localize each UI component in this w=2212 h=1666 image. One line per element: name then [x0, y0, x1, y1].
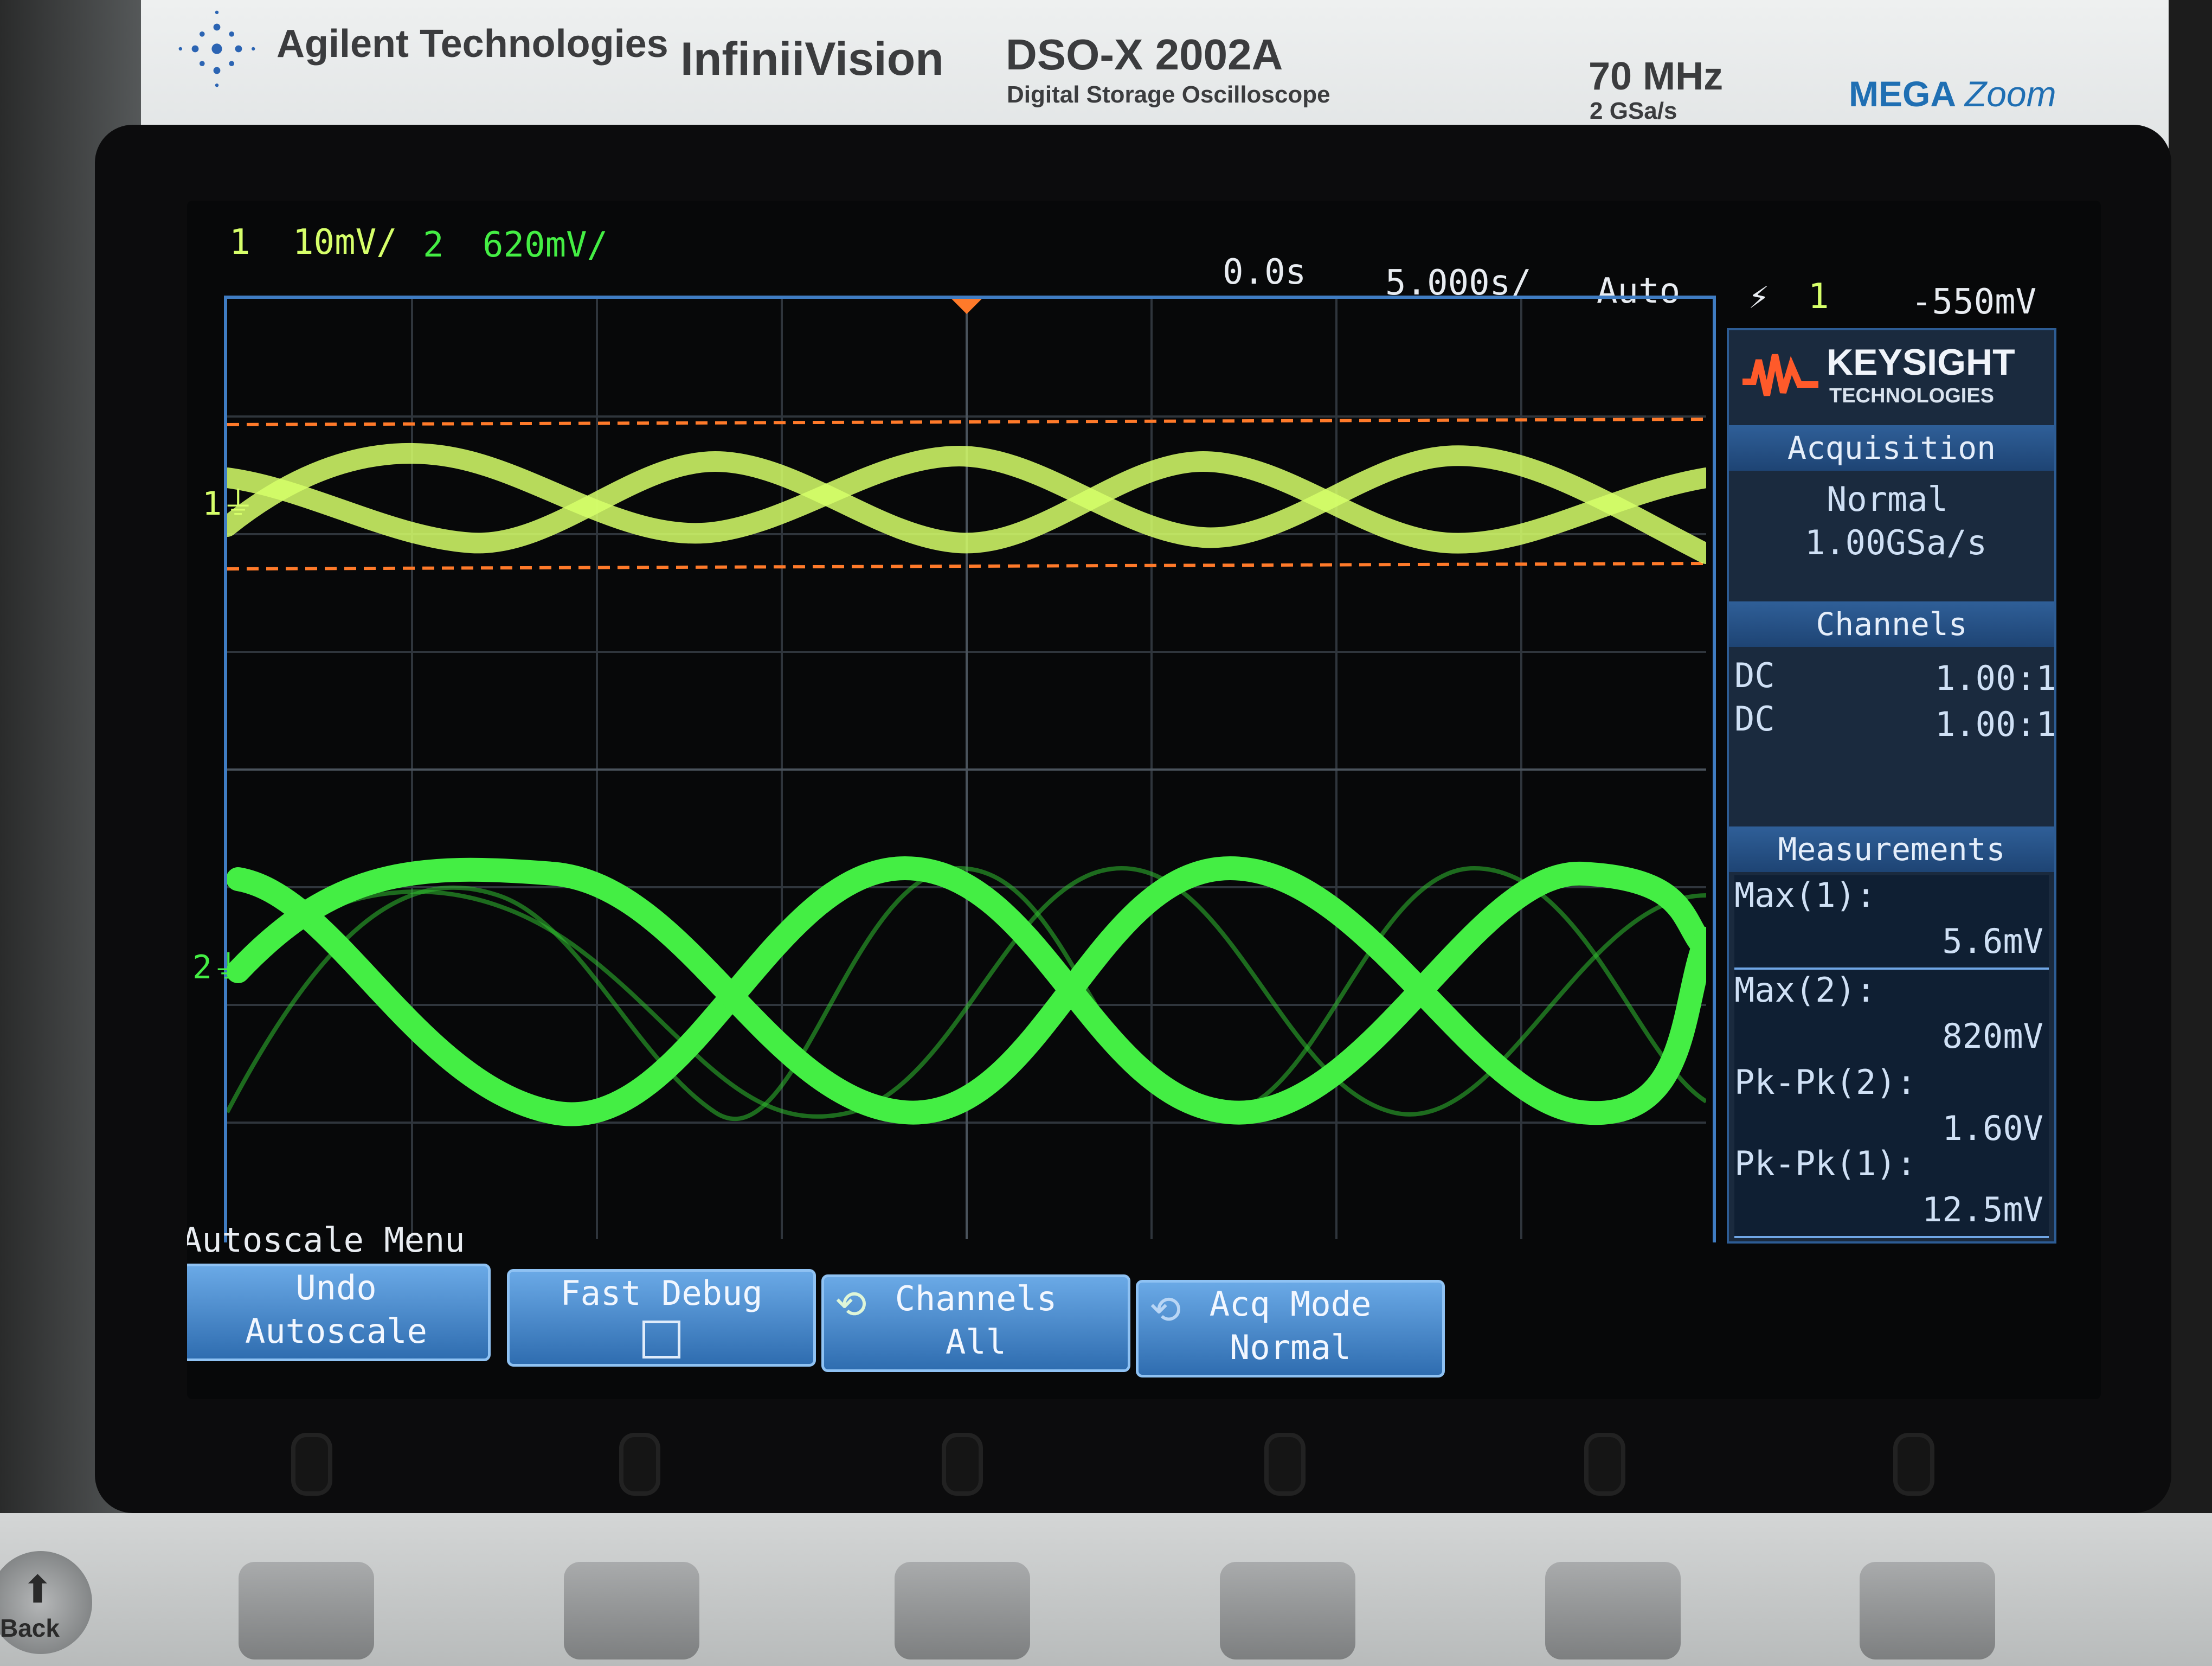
hardware-softkey-3[interactable]: [895, 1562, 1030, 1659]
softkey-notch-1: [295, 1437, 328, 1491]
cycle-icon: ⟲: [835, 1282, 867, 1327]
trigger-edge-icon: ⚡: [1748, 277, 1770, 317]
ch2-scale[interactable]: 620mV/: [483, 225, 608, 265]
series-name: InfiniiVision: [680, 33, 944, 85]
cycle-icon: ⟲: [1149, 1287, 1181, 1332]
trigger-position-marker: [951, 299, 982, 314]
bandwidth-label: 70 MHz: [1589, 55, 1724, 98]
measurement-label: Max(2):: [1734, 970, 1876, 1010]
ch1-coupling: DC: [1734, 656, 1775, 695]
trigger-level[interactable]: -550mV: [1911, 282, 2036, 322]
softkey-notch-6: [1898, 1437, 1930, 1491]
ch2-marker-label: 2: [192, 949, 213, 986]
megazoom-zoom: Zoom: [1964, 74, 2056, 114]
ch2-number[interactable]: 2: [423, 225, 444, 265]
acquisition-header[interactable]: Acquisition: [1729, 425, 2054, 471]
model-name: DSO-X 2002A: [1006, 30, 1283, 79]
megazoom-logo: MEGA Zoom: [1849, 73, 2056, 114]
measurement-value: 5.6mV: [1942, 921, 2043, 961]
oscilloscope-screen: 1 10mV/ 2 620mV/ 0.0s 5.000s/ Auto ⚡ 1 -…: [187, 201, 2101, 1399]
softkey-line2: All: [946, 1322, 1006, 1362]
delay-readout[interactable]: 0.0s: [1223, 252, 1306, 292]
megazoom-mega: MEGA: [1849, 74, 1955, 114]
keysight-brand: KEYSIGHT: [1827, 342, 2015, 383]
hardware-softkey-5[interactable]: [1545, 1562, 1681, 1659]
keysight-logo: KEYSIGHT TECHNOLOGIES: [1740, 336, 2043, 417]
measurement-label: Pk-Pk(1):: [1734, 1144, 1917, 1183]
acquisition-rate: 1.00GSa/s: [1805, 523, 1987, 562]
keysight-wave-icon: [1742, 354, 1818, 396]
measurement-value: 1.60V: [1942, 1108, 2043, 1148]
keysight-brand-sub: TECHNOLOGIES: [1829, 385, 1995, 407]
measurement-value: 12.5mV: [1922, 1190, 2043, 1229]
menu-title: Autoscale Menu: [187, 1220, 465, 1260]
hardware-softkey-2[interactable]: [564, 1562, 699, 1659]
model-subtitle: Digital Storage Oscilloscope: [1007, 81, 1330, 108]
hardware-softkey-4[interactable]: [1220, 1562, 1355, 1659]
acquisition-mode: Normal: [1827, 479, 1948, 519]
ch1-scale[interactable]: 10mV/: [293, 222, 397, 262]
maker-name: Agilent Technologies: [276, 22, 668, 66]
fast-debug-softkey[interactable]: Fast Debug: [507, 1269, 816, 1367]
softkey-line1: Channels: [895, 1279, 1057, 1318]
channels-all-softkey[interactable]: ⟲ Channels All: [821, 1274, 1130, 1372]
softkey-line1: Acq Mode: [1209, 1284, 1372, 1324]
agilent-spark-icon: [178, 10, 255, 87]
trigger-source[interactable]: 1: [1808, 277, 1829, 317]
softkey-line1: Undo: [295, 1268, 377, 1308]
back-label: Back: [0, 1614, 60, 1642]
waveform-display[interactable]: [227, 299, 1706, 1239]
ch2-coupling: DC: [1734, 699, 1775, 739]
hardware-softkey-1[interactable]: [239, 1562, 374, 1659]
measurement-value: 820mV: [1942, 1016, 2043, 1056]
measurement-label: Pk-Pk(2):: [1734, 1062, 1917, 1102]
softkey-line2: Autoscale: [245, 1311, 427, 1351]
ch1-number[interactable]: 1: [229, 222, 250, 262]
undo-autoscale-softkey[interactable]: Undo Autoscale: [187, 1264, 491, 1361]
measurement-pkpk-ch2[interactable]: Pk-Pk(2): 1.60V: [1734, 1062, 2049, 1157]
softkey-notch-5: [1589, 1437, 1621, 1491]
fast-debug-checkbox[interactable]: [642, 1321, 680, 1359]
ch1-probe-ratio: 1.00:1: [1935, 658, 2056, 698]
back-arrow-icon: ⬆: [22, 1568, 54, 1611]
sample-rate-label: 2 GSa/s: [1590, 98, 1677, 124]
softkey-line1: Fast Debug: [560, 1273, 763, 1313]
softkey-line2: Normal: [1230, 1328, 1351, 1367]
measurement-max-ch2[interactable]: Max(2): 820mV: [1734, 970, 2049, 1065]
ch2-ground-marker[interactable]: 2⏚: [192, 941, 245, 988]
ch2-probe-ratio: 1.00:1: [1935, 704, 2056, 744]
softkey-notch-2: [623, 1437, 656, 1491]
ch1-ground-marker[interactable]: 1⏚: [202, 477, 254, 524]
channels-header[interactable]: Channels: [1729, 601, 2054, 647]
ch1-marker-label: 1: [202, 485, 222, 523]
acq-mode-softkey[interactable]: ⟲ Acq Mode Normal: [1136, 1280, 1445, 1377]
softkey-notch-3: [946, 1437, 979, 1491]
measurement-pkpk-ch1[interactable]: Pk-Pk(1): 12.5mV: [1734, 1144, 2049, 1238]
measurements-header[interactable]: Measurements: [1729, 826, 2054, 872]
measurement-label: Max(1):: [1734, 875, 1876, 915]
measurement-max-ch1[interactable]: Max(1): 5.6mV: [1734, 875, 2049, 970]
softkey-notch-4: [1269, 1437, 1301, 1491]
hardware-softkey-6[interactable]: [1860, 1562, 1995, 1659]
side-panel: KEYSIGHT TECHNOLOGIES Acquisition Normal…: [1727, 328, 2056, 1244]
